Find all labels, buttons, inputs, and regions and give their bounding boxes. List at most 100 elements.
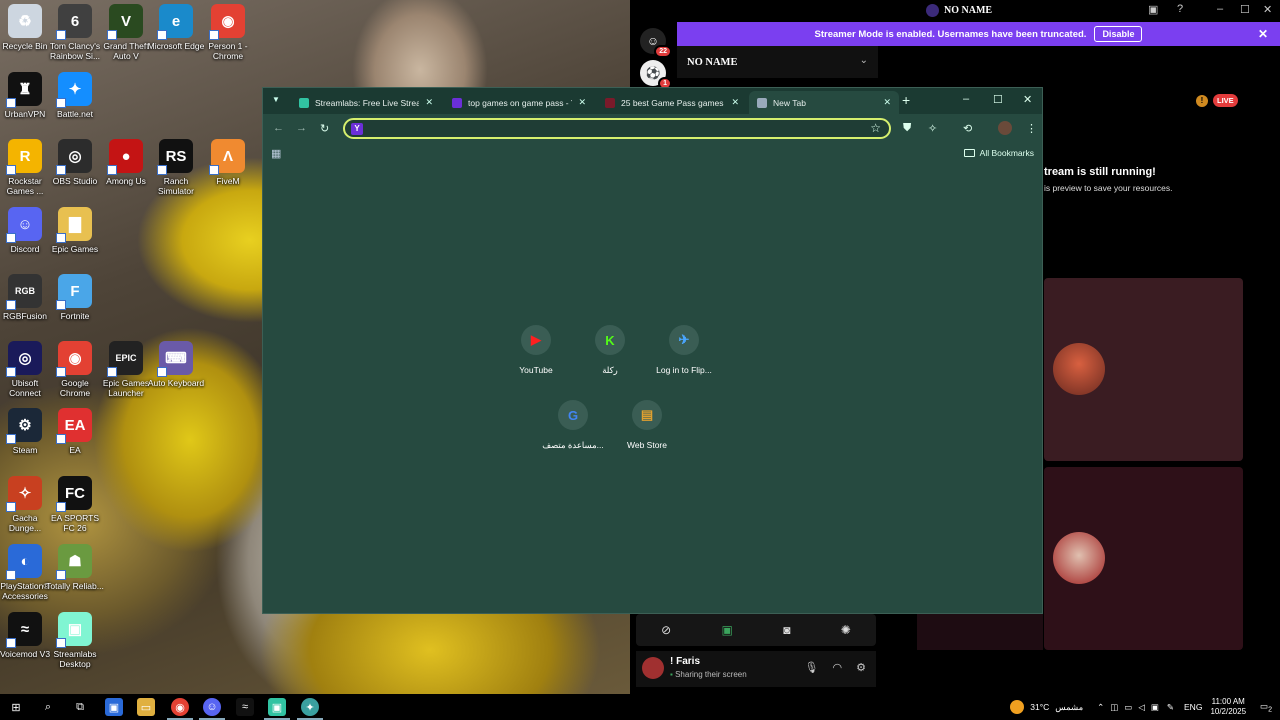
desktop-icon[interactable]: Λ FiveM (199, 139, 257, 186)
chevron-up-icon[interactable]: ⌃ (1097, 702, 1104, 713)
soundboard-icon[interactable]: ✺ (841, 623, 851, 637)
newtab-favicon (757, 97, 767, 108)
reload-icon[interactable]: ↻ (320, 122, 329, 135)
back-icon[interactable]: ← (273, 122, 284, 134)
camera-off-icon[interactable]: ⊘ (661, 623, 671, 637)
bookmark-star-icon[interactable]: ☆ (870, 121, 881, 135)
participant-tile[interactable] (1044, 278, 1243, 461)
close-banner-icon[interactable]: ✕ (1258, 27, 1268, 41)
desktop-icon[interactable]: FC EA SPORTS FC 26 (46, 476, 104, 533)
task-view-icon[interactable]: ⧉ (71, 698, 89, 716)
tab[interactable]: New Tab ✕ (749, 91, 899, 114)
streamlabs-favicon (299, 97, 309, 108)
tab-search-icon[interactable]: ▼ (269, 95, 283, 109)
urbanvpn-icon: ♜ (6, 72, 42, 108)
menu-icon[interactable]: ⋮ (1026, 122, 1037, 135)
close-tab-icon[interactable]: ✕ (883, 97, 891, 108)
desktop-icon[interactable]: ◉ Person 1 - Chrome (199, 4, 257, 61)
chrome-taskbar-icon[interactable]: ◉ (171, 698, 189, 716)
close-tab-icon[interactable]: ✕ (731, 97, 739, 108)
shield-icon[interactable]: ⛊ (903, 122, 911, 135)
start-windows-icon[interactable]: ⊞ (7, 698, 25, 716)
participant-tile[interactable] (1044, 467, 1243, 650)
ranch-simulator-icon: RS (157, 139, 193, 175)
gacha-dungeon-icon: ✧ (6, 476, 42, 512)
desktop-icon[interactable]: ☗ Totally Reliab... (46, 544, 104, 591)
address-bar[interactable]: Y ☆ (343, 118, 891, 139)
desktop-icon[interactable]: ⌨ Auto Keyboard (147, 341, 205, 388)
desktop-icon[interactable]: RS Ranch Simulator (147, 139, 205, 196)
voicemod-icon: ≈ (6, 612, 42, 648)
shortcut-tile[interactable]: ▤ Web Store (604, 400, 690, 450)
help-icon[interactable]: ? (1177, 3, 1183, 15)
tab[interactable]: 25 best Game Pass games on ✕ (597, 91, 747, 114)
streamlabs-taskbar-icon[interactable]: ▣ (268, 698, 286, 716)
forward-icon[interactable]: → (296, 122, 307, 134)
server-icon[interactable]: ⚽ 1 (640, 60, 672, 90)
weather-text[interactable]: مشمس (1055, 702, 1083, 713)
inbox-icon[interactable]: ▣ (1148, 3, 1158, 16)
close-tab-icon[interactable]: ✕ (425, 97, 433, 108)
direct-messages-icon[interactable]: ☺ 22 (640, 28, 672, 58)
app-taskbar-icon[interactable]: ✦ (301, 698, 319, 716)
desktop-icon[interactable]: ◉ Google Chrome (46, 341, 104, 398)
desktop-icon[interactable]: ▣ Streamlabs Desktop (46, 612, 104, 669)
desktop-icon-label: FiveM (216, 176, 240, 186)
notification-icon[interactable]: ▭2 (1260, 701, 1272, 714)
clock[interactable]: 11:00 AM 10/2/2025 (1210, 697, 1246, 717)
google-icon: G (558, 400, 588, 430)
extensions-icon[interactable]: ✧ (928, 122, 937, 135)
volume-icon[interactable]: ◁ (1138, 702, 1145, 713)
close-button[interactable]: ✕ (1263, 3, 1272, 16)
history-icon[interactable]: ⟲ (963, 122, 972, 135)
discord-taskbar-icon[interactable]: ☺ (203, 698, 221, 716)
headphones-icon[interactable]: ◠ (833, 661, 843, 674)
tray-app-icon[interactable]: ▣ (1151, 702, 1159, 713)
pen-icon[interactable]: ✎ (1167, 702, 1174, 713)
close-tab-icon[interactable]: ✕ (578, 97, 586, 108)
language-indicator[interactable]: ENG (1184, 702, 1202, 712)
weather-sun-icon[interactable] (1010, 700, 1025, 714)
shortcut-label: مساعدة متصف... (542, 440, 604, 450)
desktop-icon-label: Steam (12, 445, 38, 455)
close-button[interactable]: ✕ (1023, 93, 1032, 106)
maximize-button[interactable]: ☐ (993, 93, 1003, 106)
minimize-button[interactable]: – (963, 93, 969, 105)
shortcut-tile[interactable]: ✈ Log in to Flip... (641, 325, 727, 375)
file-explorer-icon[interactable]: ▭ (137, 698, 155, 716)
desktop-icon[interactable]: e Microsoft Edge (147, 4, 205, 51)
apps-grid-icon[interactable]: ▦ (271, 147, 281, 160)
maximize-button[interactable]: ☐ (1240, 3, 1250, 16)
all-bookmarks[interactable]: All Bookmarks (963, 148, 1034, 158)
disable-streamer-mode-button[interactable]: Disable (1094, 26, 1143, 42)
clock-time: 11:00 AM (1211, 697, 1245, 706)
search-icon[interactable]: ⌕ (39, 698, 57, 716)
settings-gear-icon[interactable]: ⚙ (856, 661, 866, 674)
desktop-icon[interactable]: EA EA (46, 408, 104, 455)
minimize-button[interactable]: – (1217, 3, 1223, 15)
new-tab-button[interactable]: + (902, 92, 910, 108)
desktop-icon[interactable]: ✦ Battle.net (46, 72, 104, 119)
participant-avatar (1053, 343, 1105, 395)
tab[interactable]: Streamlabs: Free Live Streamin ✕ (291, 91, 441, 114)
desktop-icon[interactable]: 6 Tom Clancy's Rainbow Si... (46, 4, 104, 61)
microphone-icon[interactable]: 🎙 (805, 661, 819, 674)
desktop-icon[interactable]: F Fortnite (46, 274, 104, 321)
activity-icon[interactable]: ◙ (783, 623, 790, 637)
chevron-down-icon[interactable]: ⌄ (860, 55, 868, 66)
network-icon[interactable]: ▭ (1124, 702, 1132, 713)
desktop-icon-label: Ranch Simulator (158, 176, 194, 196)
profile-avatar[interactable] (998, 121, 1012, 135)
avatar[interactable] (642, 657, 664, 679)
tray-app-icon[interactable]: ◫ (1110, 702, 1118, 713)
store-icon[interactable]: ▣ (105, 698, 123, 716)
voicemod-taskbar-icon[interactable]: ≈ (236, 698, 254, 716)
screen-share-icon[interactable]: ▣ (722, 623, 733, 637)
desktop-icon[interactable]: ◎ OBS Studio (46, 139, 104, 186)
weather-temp[interactable]: 31°C (1030, 702, 1049, 712)
address-input[interactable] (367, 121, 857, 136)
channel-header[interactable]: NO NAME ⌄ (677, 46, 878, 78)
channel-header-title: NO NAME (687, 57, 738, 68)
desktop-icon[interactable]: ▇ Epic Games (46, 207, 104, 254)
tab[interactable]: top games on game pass - Yaho ✕ (444, 91, 594, 114)
